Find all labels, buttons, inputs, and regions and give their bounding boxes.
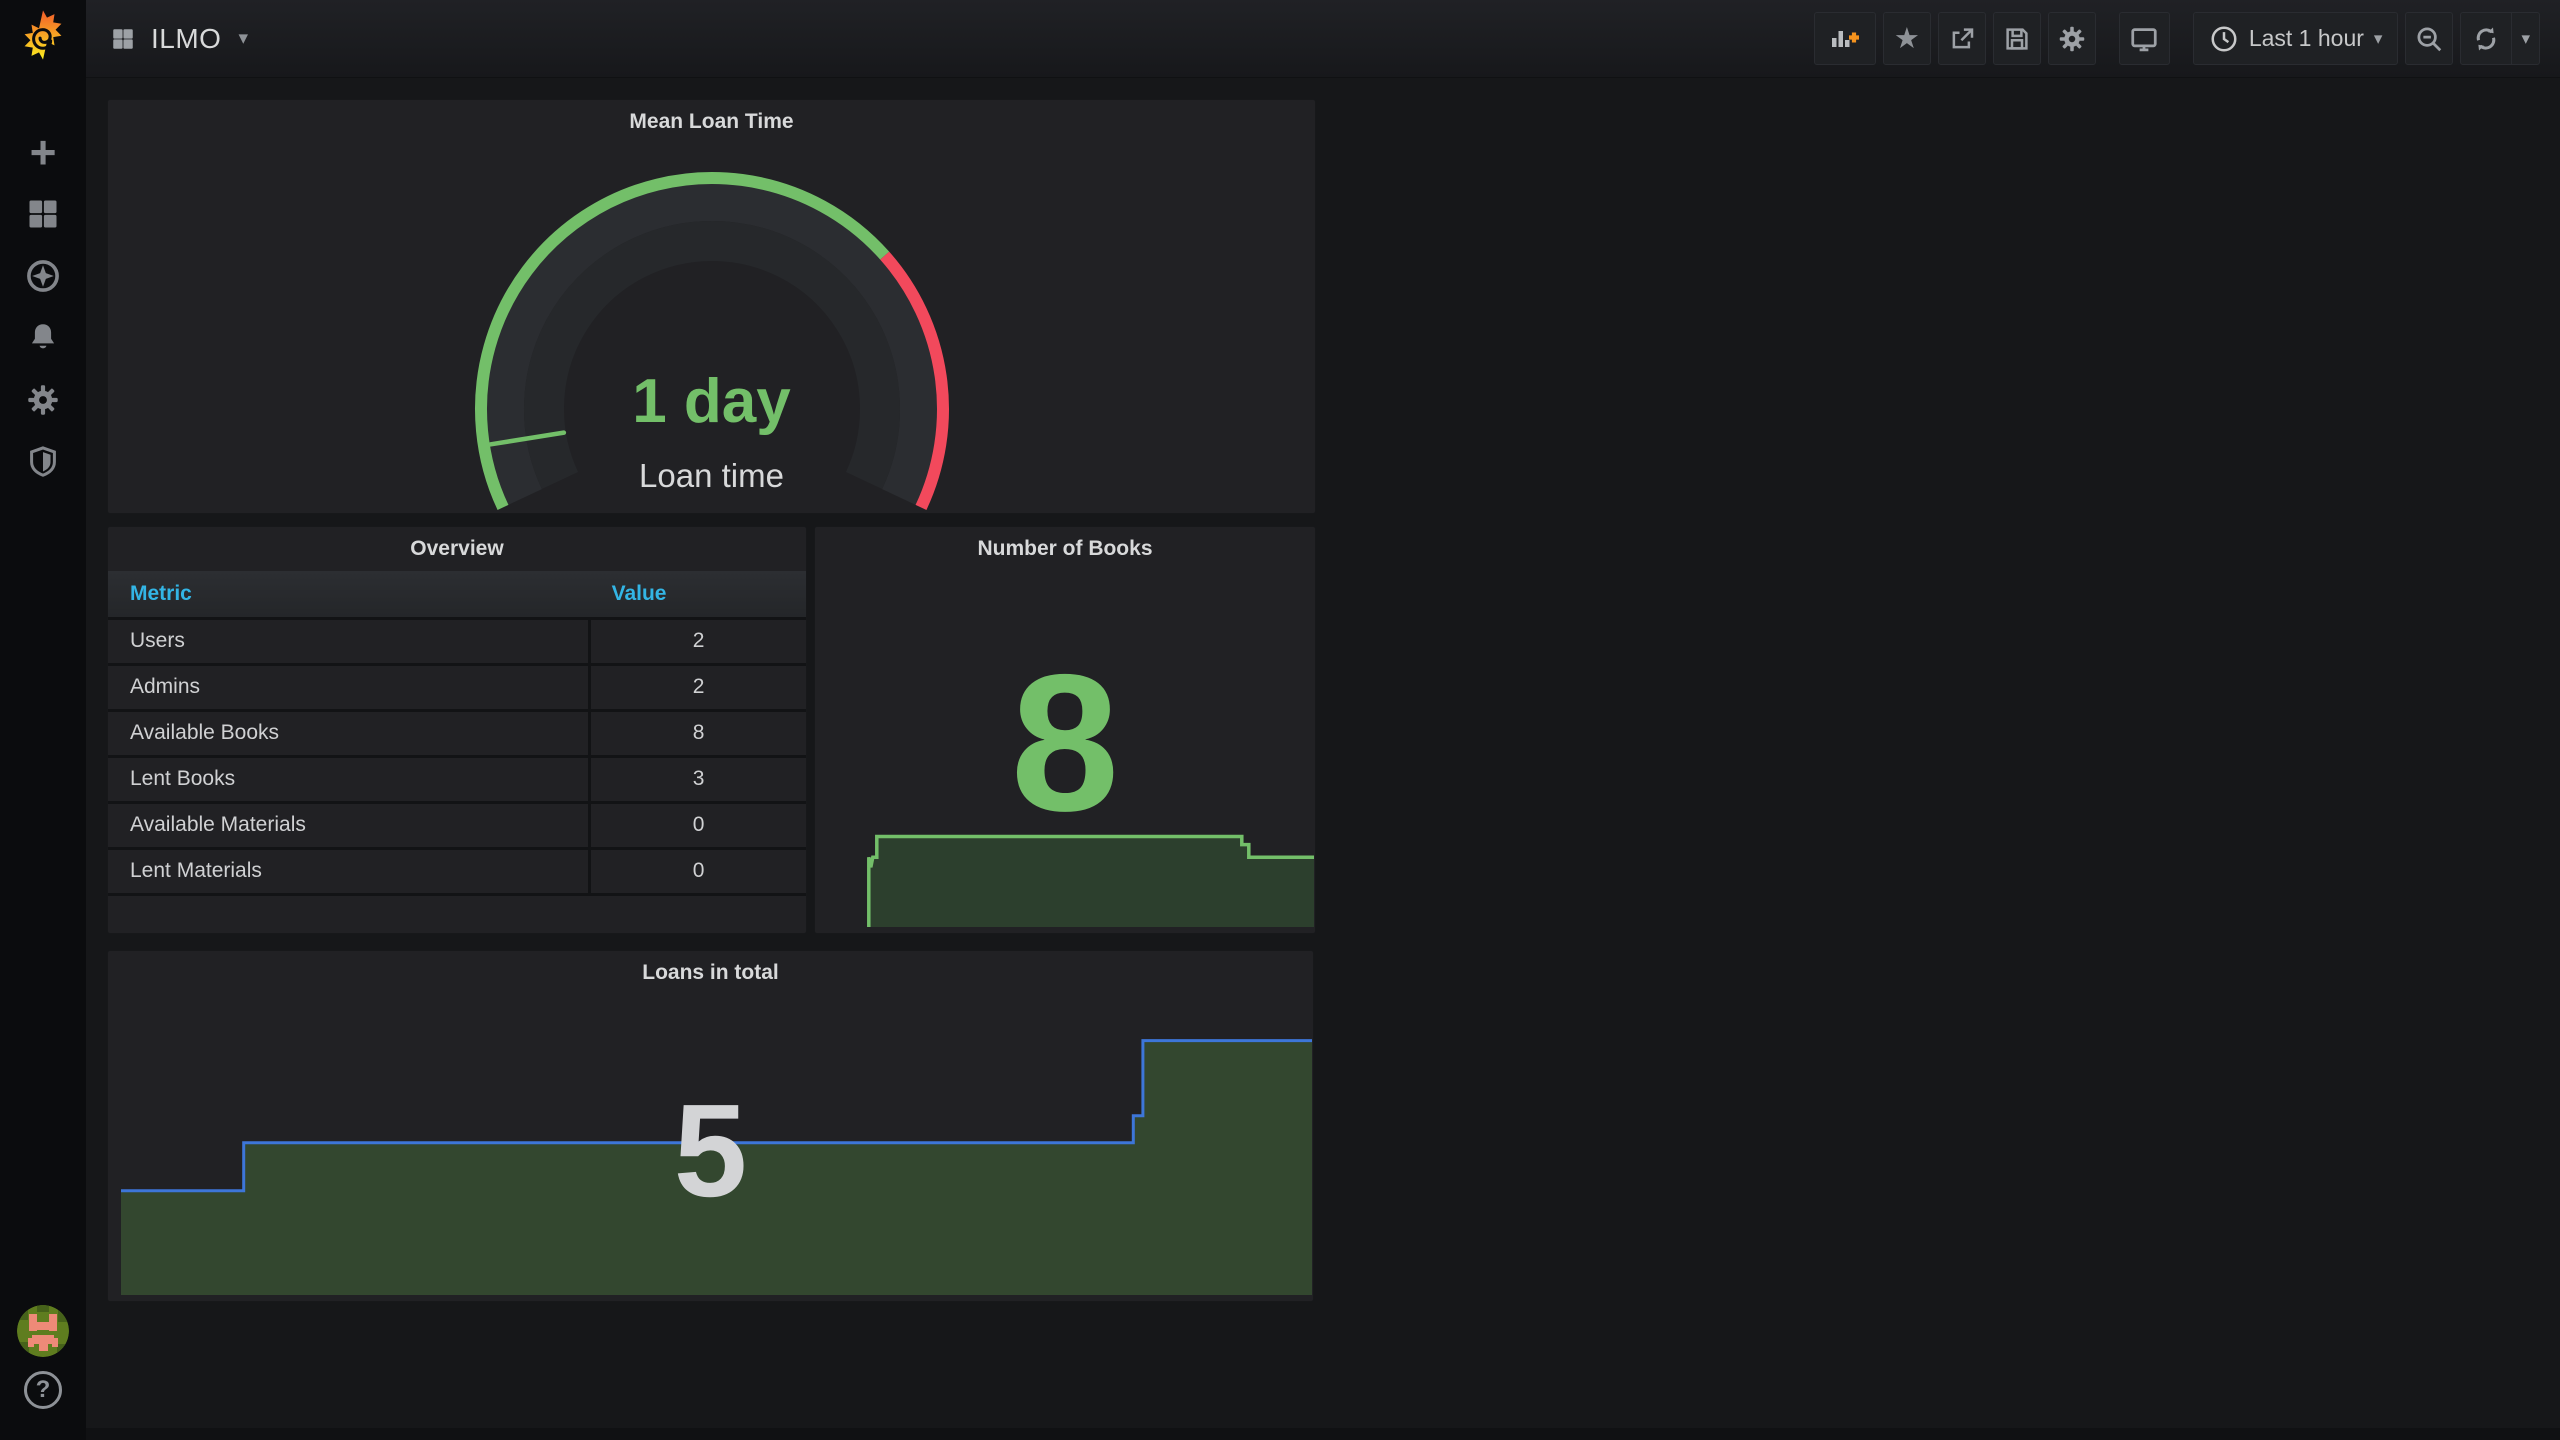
add-panel-button[interactable] — [1813, 12, 1876, 65]
cell-value: 0 — [588, 848, 806, 896]
cell-metric: Lent Materials — [108, 848, 590, 896]
chevron-down-icon: ▾ — [2521, 28, 2530, 48]
star-dashboard-button[interactable]: ★ — [1882, 12, 1931, 65]
sidebar-item-explore[interactable] — [21, 254, 65, 298]
cell-metric: Users — [108, 618, 590, 666]
sidebar: + ? — [0, 0, 86, 1440]
monitor-icon — [2131, 27, 2157, 51]
dashboard-title-button[interactable]: ILMO ▾ — [110, 23, 248, 55]
table-row: Lent Books 3 — [108, 756, 806, 804]
cell-value: 0 — [588, 802, 806, 850]
cell-metric: Lent Books — [108, 756, 590, 804]
share-icon — [1952, 27, 1974, 48]
add-panel-icon — [1831, 30, 1859, 47]
cell-metric: Available Books — [108, 710, 590, 758]
shield-icon — [30, 446, 56, 477]
chevron-down-icon: ▾ — [238, 28, 249, 49]
loans-stat-value: 5 — [673, 1077, 748, 1224]
sidebar-item-create[interactable]: + — [21, 126, 65, 178]
column-header-value[interactable]: Value — [589, 571, 806, 620]
loan-time-gauge — [475, 172, 949, 510]
help-icon[interactable]: ? — [24, 1371, 62, 1409]
table-row: Lent Materials 0 — [108, 848, 806, 896]
cell-value: 2 — [588, 618, 806, 666]
clock-icon — [2211, 26, 2237, 51]
table-row: Users 2 — [108, 618, 806, 666]
sidebar-item-alerting[interactable] — [21, 316, 65, 360]
panel-overview: Overview Metric Value Users 2 Admins 2 Availab… — [107, 526, 807, 934]
help-glyph: ? — [35, 1376, 51, 1403]
cell-value: 8 — [588, 710, 806, 758]
refresh-icon-wrap[interactable] — [2461, 24, 2511, 54]
dashboard-squares-icon — [113, 28, 133, 49]
navbar-toolbar: ★ Last 1 hour ▾ ▾ — [1813, 12, 2540, 65]
refresh-interval-dropdown[interactable]: ▾ — [2511, 13, 2539, 64]
zoom-out-time-button[interactable] — [2405, 12, 2454, 65]
time-range-label: Last 1 hour — [2248, 25, 2364, 51]
cell-metric: Available Materials — [108, 802, 590, 850]
panel-number-of-books: Number of Books 8 — [814, 526, 1316, 934]
panel-mean-loan-time: Mean Loan Time 1 day Loan time — [107, 99, 1316, 514]
sidebar-item-configuration[interactable] — [21, 378, 65, 422]
plus-icon: + — [29, 126, 57, 178]
refresh-button[interactable]: ▾ — [2460, 12, 2540, 65]
panel-loans-in-total: Loans in total 5 — [107, 950, 1314, 1302]
dashboard-title: ILMO — [151, 22, 222, 54]
gear-icon — [28, 385, 58, 415]
gauge-field-label: Loan time — [639, 457, 784, 494]
cell-value: 3 — [588, 756, 806, 804]
zoom-out-icon — [2417, 27, 2442, 51]
chevron-down-icon: ▾ — [2373, 28, 2383, 48]
sidebar-menu: + — [21, 126, 65, 484]
dashboard-settings-button[interactable] — [2047, 12, 2096, 65]
window-bottom-edge — [86, 1428, 2560, 1440]
table-row: Available Materials 0 — [108, 802, 806, 850]
grafana-logo[interactable] — [16, 8, 70, 62]
panel-title[interactable]: Mean Loan Time — [108, 100, 1315, 144]
cycle-view-mode-button[interactable] — [2118, 12, 2170, 65]
cell-value: 2 — [588, 664, 806, 712]
sidebar-item-server-admin[interactable] — [21, 440, 65, 484]
compass-icon — [27, 260, 59, 292]
gear-icon — [2059, 26, 2085, 51]
table-row: Available Books 8 — [108, 710, 806, 758]
dashboards-icon — [29, 200, 57, 228]
bell-icon — [31, 324, 55, 349]
refresh-icon — [2477, 27, 2496, 50]
share-dashboard-button[interactable] — [1937, 12, 1986, 65]
cell-metric: Admins — [108, 664, 590, 712]
panel-title[interactable]: Overview — [108, 527, 806, 571]
time-range-picker[interactable]: Last 1 hour ▾ — [2192, 12, 2399, 65]
panel-title[interactable]: Number of Books — [815, 527, 1315, 571]
save-icon — [2006, 27, 2028, 50]
overview-table: Metric Value Users 2 Admins 2 Available Books 8… — [108, 571, 806, 896]
star-icon: ★ — [1893, 23, 1920, 55]
save-dashboard-button[interactable] — [1992, 12, 2041, 65]
gauge-value: 1 day — [632, 367, 791, 436]
column-header-metric[interactable]: Metric — [108, 571, 590, 620]
table-row: Admins 2 — [108, 664, 806, 712]
books-stat-value: 8 — [1010, 634, 1120, 852]
user-avatar[interactable] — [17, 1305, 69, 1357]
panel-title[interactable]: Loans in total — [108, 951, 1313, 995]
sidebar-item-dashboards[interactable] — [21, 192, 65, 236]
navbar: ILMO ▾ ★ Last 1 hour ▾ ▾ — [86, 0, 2560, 78]
